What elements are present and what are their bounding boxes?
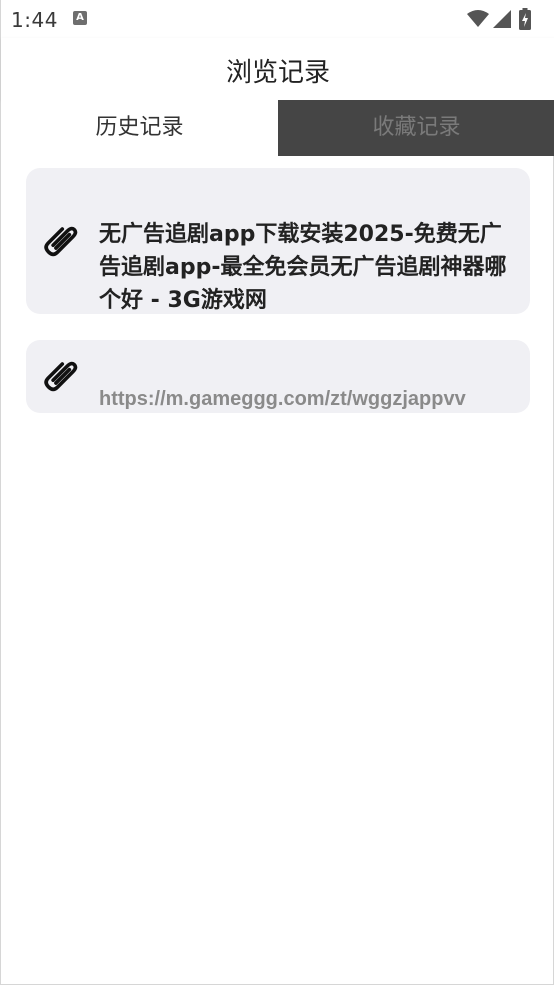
history-item-title: 无广告追剧app下载安装2025-免费无广告追剧app-最全免会员无广告追剧神器… <box>99 222 507 313</box>
status-bar: 1:44 A <box>1 0 554 38</box>
notification-icon-letter: A <box>76 12 84 23</box>
history-item[interactable]: https://m.gameggg.com/zt/wggzjappvv <box>26 340 530 413</box>
history-item-url: https://m.gameggg.com/zt/wggzjappvv <box>99 388 466 410</box>
page-title: 浏览记录 <box>225 58 330 88</box>
status-time: 1:44 <box>11 8 58 32</box>
tab-history[interactable]: 历史记录 <box>1 100 278 156</box>
paperclip-icon <box>44 361 78 392</box>
status-icons <box>465 8 545 30</box>
signal-icon <box>493 10 511 28</box>
wifi-icon <box>467 10 489 27</box>
app-header: 浏览记录 <box>1 38 554 100</box>
notification-icon: A <box>73 11 87 25</box>
history-item[interactable]: 无广告追剧app下载安装2025-免费无广告追剧app-最全免会员无广告追剧神器… <box>26 168 530 314</box>
tab-favorites[interactable]: 收藏记录 <box>278 100 554 156</box>
paperclip-icon <box>44 226 78 257</box>
battery-charging-icon <box>519 8 531 30</box>
app-screen: 1:44 A 浏览记录 历史记录 收藏记录 无广告追剧app下载安装2025-免… <box>0 0 554 985</box>
tab-bar: 历史记录 收藏记录 <box>1 100 554 156</box>
